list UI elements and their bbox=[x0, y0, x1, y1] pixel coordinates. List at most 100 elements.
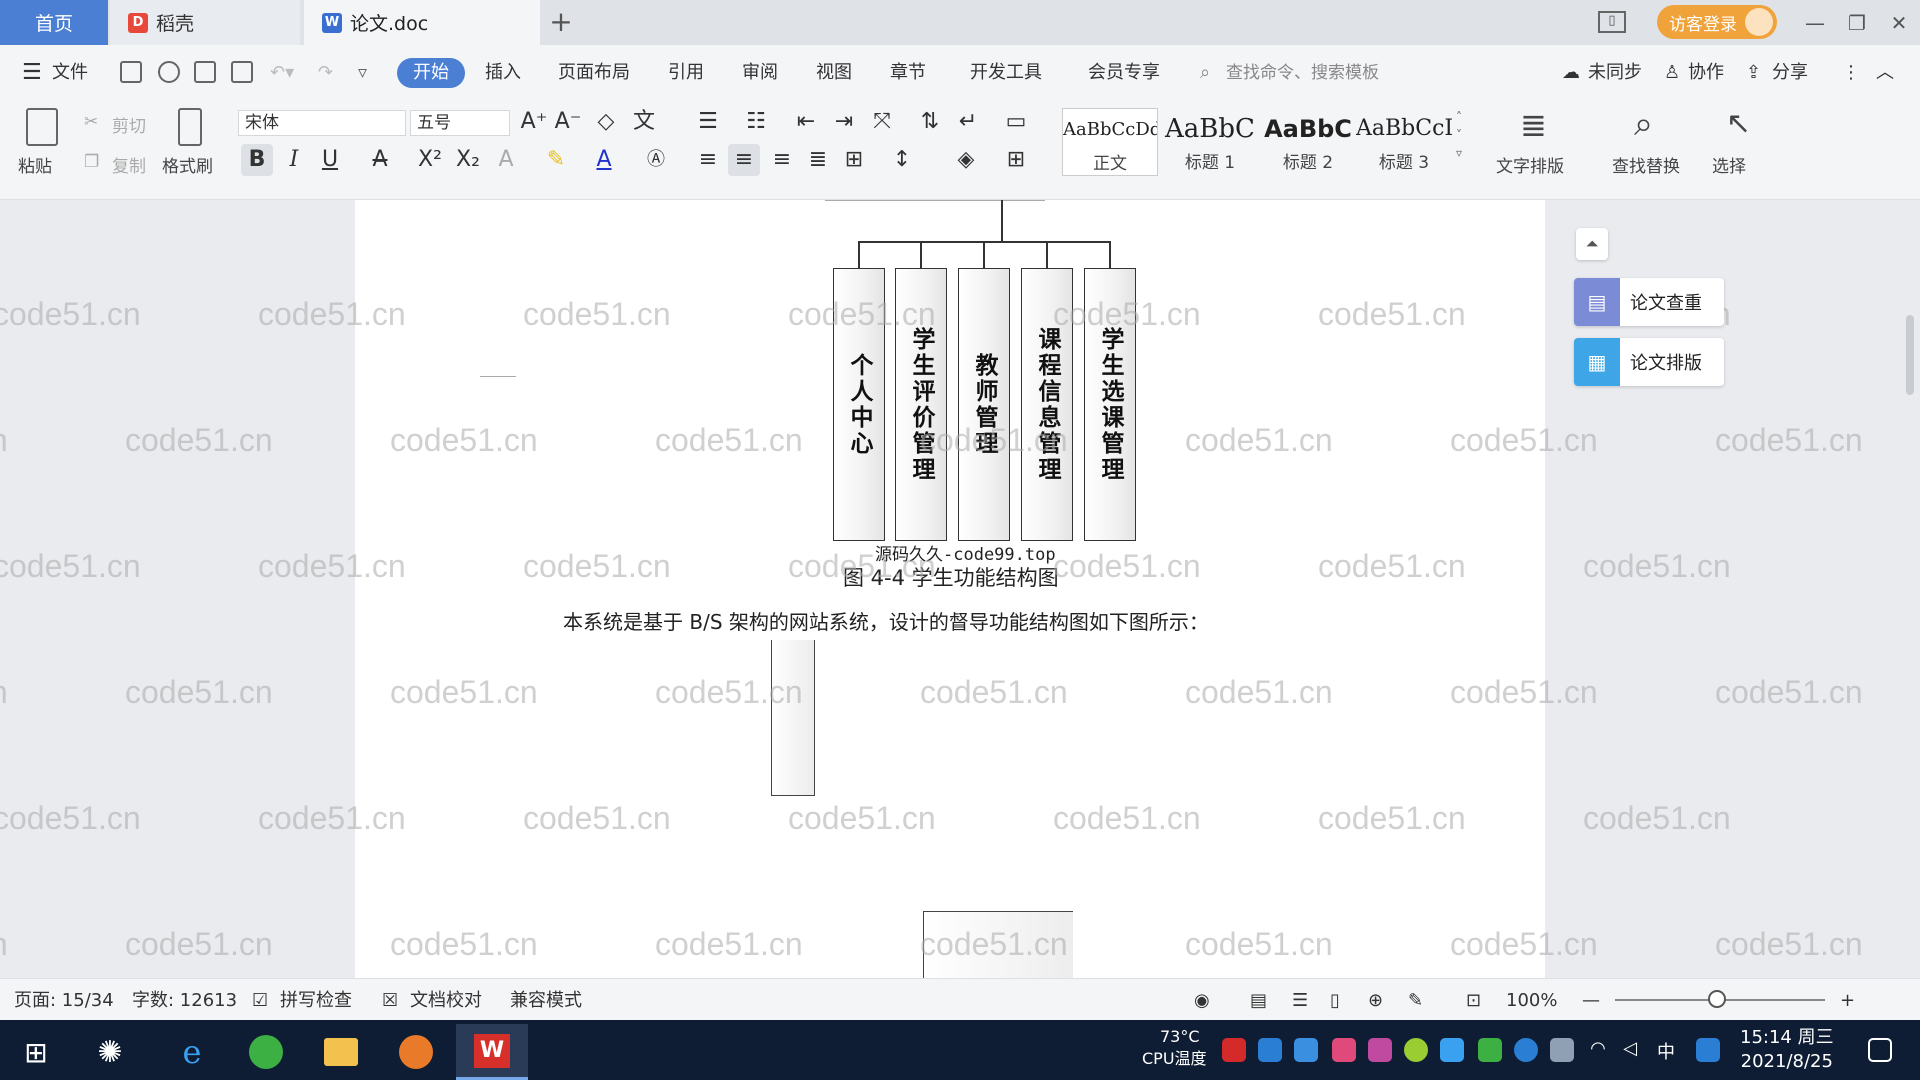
cpu-temp-widget[interactable]: 73°C CPU温度 bbox=[1142, 1026, 1207, 1070]
cut-button[interactable]: 剪切 bbox=[112, 112, 146, 137]
menu-insert[interactable]: 插入 bbox=[485, 58, 521, 88]
collab-button[interactable]: 协作 bbox=[1688, 58, 1724, 88]
highlight-icon[interactable]: ✎ bbox=[540, 144, 572, 176]
shield-icon[interactable] bbox=[1294, 1038, 1318, 1062]
paper-layout-button[interactable]: ▦ 论文排版 bbox=[1574, 338, 1724, 386]
proofread-button[interactable]: 文档校对 bbox=[410, 989, 482, 1013]
ie-browser-icon[interactable]: e bbox=[156, 1024, 228, 1080]
fit-page-icon[interactable]: ⊡ bbox=[1466, 989, 1481, 1013]
vertical-scrollbar[interactable] bbox=[1900, 200, 1920, 978]
paste-icon[interactable] bbox=[26, 108, 58, 146]
font-color-icon[interactable]: A bbox=[588, 144, 620, 176]
clock[interactable]: 15:14 周三 2021/8/25 bbox=[1740, 1026, 1834, 1074]
zoom-out-icon[interactable]: — bbox=[1582, 989, 1600, 1013]
italic-button[interactable]: I bbox=[278, 144, 310, 176]
tray-app-icon[interactable] bbox=[1368, 1038, 1392, 1062]
battery-icon[interactable] bbox=[1550, 1038, 1574, 1062]
hamburger-icon[interactable]: ☰ bbox=[22, 58, 42, 88]
shading-icon[interactable]: ◈ bbox=[950, 144, 982, 176]
print-preview-icon[interactable] bbox=[231, 61, 253, 83]
menu-references[interactable]: 引用 bbox=[668, 58, 704, 88]
share-button[interactable]: 分享 bbox=[1772, 58, 1808, 88]
page-indicator[interactable]: 页面: 15/34 bbox=[14, 989, 114, 1013]
volume-icon[interactable]: ◁ bbox=[1618, 1038, 1642, 1062]
show-marks-icon[interactable]: ↵ bbox=[952, 106, 984, 138]
undo-icon[interactable]: ↶▾ bbox=[270, 58, 294, 88]
menu-file[interactable]: 文件 bbox=[52, 58, 88, 88]
decrease-indent-icon[interactable]: ⇤ bbox=[790, 106, 822, 138]
layout-toggle-icon[interactable]: ▯ bbox=[1598, 11, 1626, 33]
tab-daoke[interactable]: D 稻壳 bbox=[110, 0, 300, 45]
bullet-list-icon[interactable]: ☰ bbox=[692, 106, 724, 138]
tray-app-icon[interactable] bbox=[1222, 1038, 1246, 1062]
increase-indent-icon[interactable]: ⇥ bbox=[828, 106, 860, 138]
redo-icon[interactable]: ↷ bbox=[318, 58, 333, 88]
find-replace-icon[interactable]: ⌕ bbox=[1634, 104, 1653, 144]
font-name-select[interactable]: 宋体 bbox=[238, 110, 406, 136]
clear-format-icon[interactable]: ◇ bbox=[590, 106, 622, 138]
windows-start-icon[interactable]: ⊞ bbox=[0, 1024, 72, 1080]
scrollbar-thumb[interactable] bbox=[1906, 315, 1914, 395]
tray-app-icon[interactable] bbox=[1332, 1038, 1356, 1062]
write-mode-icon[interactable]: ✎ bbox=[1408, 989, 1423, 1013]
paste-button[interactable]: 粘贴 bbox=[18, 152, 52, 177]
guest-login-button[interactable]: 访客登录 bbox=[1657, 5, 1777, 39]
ruler-icon[interactable]: ▭ bbox=[1000, 106, 1032, 138]
wifi-icon[interactable]: ◠ bbox=[1586, 1038, 1610, 1062]
font-size-select[interactable]: 五号 bbox=[410, 110, 510, 136]
format-painter-icon[interactable] bbox=[178, 108, 202, 146]
tray-app-icon[interactable] bbox=[1440, 1038, 1464, 1062]
file-explorer-icon[interactable] bbox=[305, 1024, 377, 1080]
command-search[interactable]: 查找命令、搜索模板 bbox=[1226, 58, 1379, 88]
minimize-button[interactable]: — bbox=[1800, 8, 1830, 38]
browser-360-icon[interactable] bbox=[230, 1024, 302, 1080]
align-right-icon[interactable]: ≡ bbox=[766, 144, 798, 176]
find-replace-button[interactable]: 查找替换 bbox=[1612, 152, 1680, 177]
share-doc-icon[interactable] bbox=[158, 61, 180, 83]
spellcheck-button[interactable]: 拼写检查 bbox=[280, 989, 352, 1013]
styles-scroll-icon[interactable]: ˄ ˅ ▿ bbox=[1456, 108, 1462, 162]
text-layout-button[interactable]: 文字排版 bbox=[1496, 152, 1564, 177]
close-button[interactable]: ✕ bbox=[1884, 8, 1914, 38]
borders-icon[interactable]: ⊞ bbox=[1000, 144, 1032, 176]
align-left-icon[interactable]: ≡ bbox=[692, 144, 724, 176]
wps-writer-icon[interactable]: W bbox=[456, 1024, 528, 1080]
document-page[interactable]: 个人中心 学生评价管理 教师管理 课程信息管理 学生选课管理 源码久久-code… bbox=[355, 200, 1545, 978]
copy-button[interactable]: 复制 bbox=[112, 152, 146, 177]
bold-button[interactable]: B bbox=[241, 144, 273, 176]
menu-member[interactable]: 会员专享 bbox=[1088, 58, 1160, 88]
zoom-level[interactable]: 100% bbox=[1506, 989, 1557, 1013]
tab-home[interactable]: 首页 bbox=[0, 0, 108, 45]
more-menu-icon[interactable]: ⋮ bbox=[1842, 58, 1860, 88]
eye-protect-icon[interactable]: ◉ bbox=[1194, 989, 1210, 1013]
select-button[interactable]: 选择 bbox=[1712, 152, 1746, 177]
print-icon[interactable] bbox=[194, 61, 216, 83]
grow-font-icon[interactable]: A⁺ bbox=[518, 106, 550, 138]
underline-button[interactable]: U bbox=[314, 144, 346, 176]
qq-icon[interactable] bbox=[1696, 1038, 1720, 1062]
line-spacing-icon[interactable]: ↕ bbox=[886, 144, 918, 176]
app-pinwheel-icon[interactable]: ✺ bbox=[74, 1024, 146, 1080]
subscript-button[interactable]: X₂ bbox=[452, 144, 484, 176]
text-direction-icon[interactable]: ⤧ bbox=[866, 106, 898, 138]
superscript-button[interactable]: X² bbox=[414, 144, 446, 176]
collapse-ribbon-icon[interactable]: ︿ bbox=[1876, 58, 1894, 88]
read-view-icon[interactable]: ▯ bbox=[1330, 989, 1340, 1013]
format-painter-button[interactable]: 格式刷 bbox=[162, 152, 213, 177]
panel-collapse-icon[interactable]: ⏶ bbox=[1576, 228, 1608, 260]
outline-view-icon[interactable]: ☰ bbox=[1292, 989, 1308, 1013]
sort-icon[interactable]: ⇅ bbox=[914, 106, 946, 138]
menu-start[interactable]: 开始 bbox=[397, 58, 465, 88]
zoom-in-icon[interactable]: + bbox=[1840, 989, 1855, 1013]
style-heading-1[interactable]: AaBbC 标题 1 bbox=[1160, 108, 1260, 176]
menu-dev-tools[interactable]: 开发工具 bbox=[970, 58, 1042, 88]
save-icon[interactable] bbox=[120, 61, 142, 83]
tray-app-icon[interactable] bbox=[1404, 1038, 1428, 1062]
ime-indicator[interactable]: 中 bbox=[1654, 1038, 1678, 1063]
justify-icon[interactable]: ≣ bbox=[802, 144, 834, 176]
more-quick-icon[interactable]: ▿ bbox=[358, 58, 367, 88]
shrink-font-icon[interactable]: A⁻ bbox=[552, 106, 584, 138]
strikethrough-button[interactable]: A bbox=[364, 144, 396, 176]
bluetooth-icon[interactable] bbox=[1514, 1038, 1538, 1062]
numbered-list-icon[interactable]: ☷ bbox=[740, 106, 772, 138]
